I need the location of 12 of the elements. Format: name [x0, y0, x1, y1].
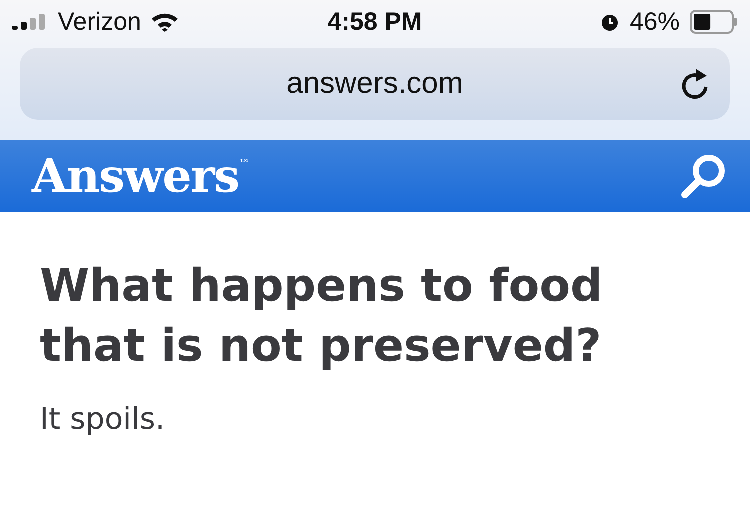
- question-title: What happens to food that is not preserved?: [40, 258, 604, 374]
- answer-text: It spoils.: [40, 402, 166, 437]
- battery-icon: [690, 10, 738, 34]
- carrier-name: Verizon: [58, 8, 142, 36]
- alarm-icon: [600, 12, 620, 32]
- search-icon[interactable]: [680, 153, 728, 199]
- wifi-icon: [151, 12, 180, 32]
- address-field[interactable]: answers.com: [20, 48, 730, 120]
- answers-logo[interactable]: Answers$^{™}$: [32, 149, 250, 203]
- clock-time: 4:58 PM: [328, 8, 422, 36]
- signal-icon: [12, 14, 48, 30]
- battery-percent: 46%: [630, 8, 680, 36]
